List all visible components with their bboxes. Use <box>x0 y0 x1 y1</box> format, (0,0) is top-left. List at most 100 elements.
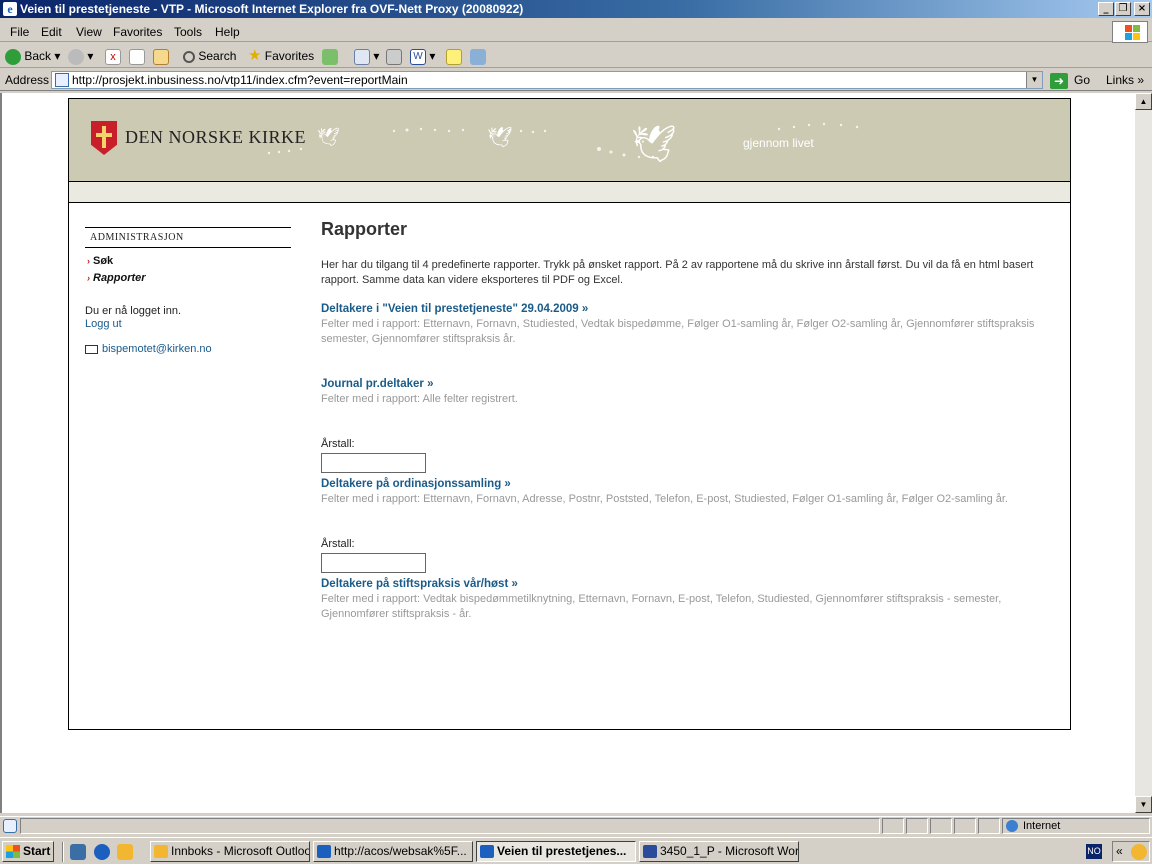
logged-in-text: Du er nå logget inn. <box>85 305 182 317</box>
report-link[interactable]: Deltakere i "Veien til prestetjeneste" 2… <box>321 303 588 315</box>
report-link[interactable]: Deltakere på ordinasjonssamling » <box>321 478 511 490</box>
close-button[interactable]: × <box>1134 2 1150 16</box>
forward-button[interactable]: ▾ <box>68 47 93 65</box>
logout-link[interactable]: Logg ut <box>85 318 122 330</box>
year-label: Årstall: <box>321 538 355 550</box>
go-button[interactable]: ➜ Go <box>1050 71 1090 89</box>
church-shield-icon <box>91 121 117 155</box>
menu-edit[interactable]: Edit <box>41 25 62 39</box>
search-button[interactable]: Search <box>183 47 236 65</box>
address-label: Address <box>5 73 50 87</box>
window-title-bar: e Veien til prestetjeneste - VTP - Micro… <box>0 0 1152 18</box>
scroll-down-button[interactable]: ▼ <box>1135 796 1152 813</box>
page-frame: DEN NORSKE KIRKE 🕊 🕊 🕊 gjennom livet ADM… <box>68 98 1071 730</box>
menu-view[interactable]: View <box>76 25 102 39</box>
history-button[interactable] <box>322 47 338 65</box>
print-button[interactable] <box>386 47 402 65</box>
report-fields: Felter med i rapport: Alle felter regist… <box>321 393 518 405</box>
taskbar-item-vtp[interactable]: Veien til prestetjenes... <box>476 841 636 862</box>
maximize-button[interactable]: ❐ <box>1115 2 1131 16</box>
home-icon <box>153 48 169 65</box>
windows-logo-icon <box>1112 21 1148 43</box>
page-icon <box>55 73 69 87</box>
tray-expand-icon[interactable]: « <box>1116 844 1123 858</box>
sidebar-heading: ADMINISTRASJON <box>85 227 291 248</box>
year-input[interactable] <box>321 453 426 473</box>
discuss-button[interactable] <box>446 47 462 65</box>
back-button[interactable]: Back ▾ <box>5 47 60 65</box>
page-title: Rapporter <box>321 219 408 239</box>
windows-flag-icon <box>6 845 20 858</box>
refresh-button[interactable] <box>129 47 145 65</box>
scroll-up-button[interactable]: ▲ <box>1135 93 1152 110</box>
minimize-button[interactable]: _ <box>1098 2 1114 16</box>
note-icon <box>446 48 462 65</box>
taskbar-item-outlook[interactable]: Innboks - Microsoft Outlook <box>150 841 310 862</box>
vertical-scrollbar[interactable]: ▲ ▼ <box>1135 93 1152 813</box>
show-desktop-icon[interactable] <box>70 844 86 860</box>
report-link[interactable]: Journal pr.deltaker » <box>321 378 434 390</box>
report-item: Journal pr.deltaker » Felter med i rappo… <box>321 377 1051 407</box>
site-tagline: gjennom livet <box>743 136 814 150</box>
envelope-icon <box>85 344 98 354</box>
status-bar: Internet <box>0 816 1152 835</box>
ie-quicklaunch-icon[interactable] <box>94 844 110 860</box>
status-pane <box>930 818 952 834</box>
go-arrow-icon: ➜ <box>1050 72 1068 89</box>
stop-icon: x <box>105 48 121 65</box>
sub-navigation-bar <box>69 181 1070 203</box>
menu-bar: File Edit View Favorites Tools Help <box>0 20 1152 42</box>
ie-icon: e <box>3 2 17 16</box>
chevron-right-icon: › <box>87 273 90 283</box>
stop-button[interactable]: x <box>105 47 121 65</box>
main-content: Rapporter Her har du tilgang til 4 prede… <box>321 219 1051 622</box>
outlook-quicklaunch-icon[interactable] <box>117 844 133 860</box>
intro-text: Her har du tilgang til 4 predefinerte ra… <box>321 259 1034 286</box>
globe-icon <box>1006 820 1018 832</box>
menu-tools[interactable]: Tools <box>174 25 202 39</box>
messenger-button[interactable] <box>470 47 486 65</box>
year-label: Årstall: <box>321 438 355 450</box>
menu-favorites[interactable]: Favorites <box>113 25 162 39</box>
clock-icon[interactable] <box>1131 844 1147 860</box>
report-link[interactable]: Deltakere på stiftspraksis vår/høst » <box>321 578 518 590</box>
refresh-icon <box>129 48 145 65</box>
address-url: http://prosjekt.inbusiness.no/vtp11/inde… <box>72 73 408 87</box>
taskbar-divider <box>62 842 64 862</box>
taskbar-item-websak[interactable]: http://acos/websak%5F... <box>313 841 473 862</box>
history-icon <box>322 48 338 65</box>
start-button[interactable]: Start <box>2 841 54 862</box>
status-pane <box>906 818 928 834</box>
links-button[interactable]: Links » <box>1106 73 1144 87</box>
status-pane <box>954 818 976 834</box>
page-status-icon <box>3 819 17 833</box>
mail-button[interactable]: ▾ <box>354 47 379 65</box>
status-text-pane <box>20 818 880 834</box>
email-link[interactable]: bispemotet@kirken.no <box>102 343 212 355</box>
menu-file[interactable]: File <box>10 25 29 39</box>
address-bar: Address http://prosjekt.inbusiness.no/vt… <box>0 69 1152 91</box>
status-pane <box>882 818 904 834</box>
email-row: bispemotet@kirken.no <box>85 343 291 355</box>
report-fields: Felter med i rapport: Vedtak bispedømmet… <box>321 593 1002 620</box>
outlook-icon <box>154 845 168 858</box>
ie-icon <box>480 845 494 858</box>
taskbar-item-word[interactable]: 3450_1_P - Microsoft Word <box>639 841 799 862</box>
sidebar-item-rapporter[interactable]: › Rapporter <box>85 271 291 285</box>
edit-button[interactable]: W ▾ <box>410 47 435 65</box>
word-icon: W <box>410 48 426 65</box>
home-button[interactable] <box>153 47 169 65</box>
language-indicator[interactable]: NO <box>1086 844 1102 859</box>
menu-help[interactable]: Help <box>215 25 240 39</box>
favorites-button[interactable]: ★ Favorites <box>248 47 314 65</box>
address-input[interactable]: http://prosjekt.inbusiness.no/vtp11/inde… <box>51 71 1043 89</box>
mail-icon <box>354 48 370 65</box>
star-icon: ★ <box>248 47 262 64</box>
address-dropdown-button[interactable]: ▼ <box>1026 72 1042 88</box>
back-arrow-icon <box>5 48 21 65</box>
year-input[interactable] <box>321 553 426 573</box>
security-zone: Internet <box>1002 818 1150 834</box>
toolbar: Back ▾ ▾ x Search ★ Favorites ▾ W ▾ <box>0 44 1152 68</box>
ie-icon <box>317 845 331 858</box>
sidebar-item-sok[interactable]: › Søk <box>85 254 291 268</box>
